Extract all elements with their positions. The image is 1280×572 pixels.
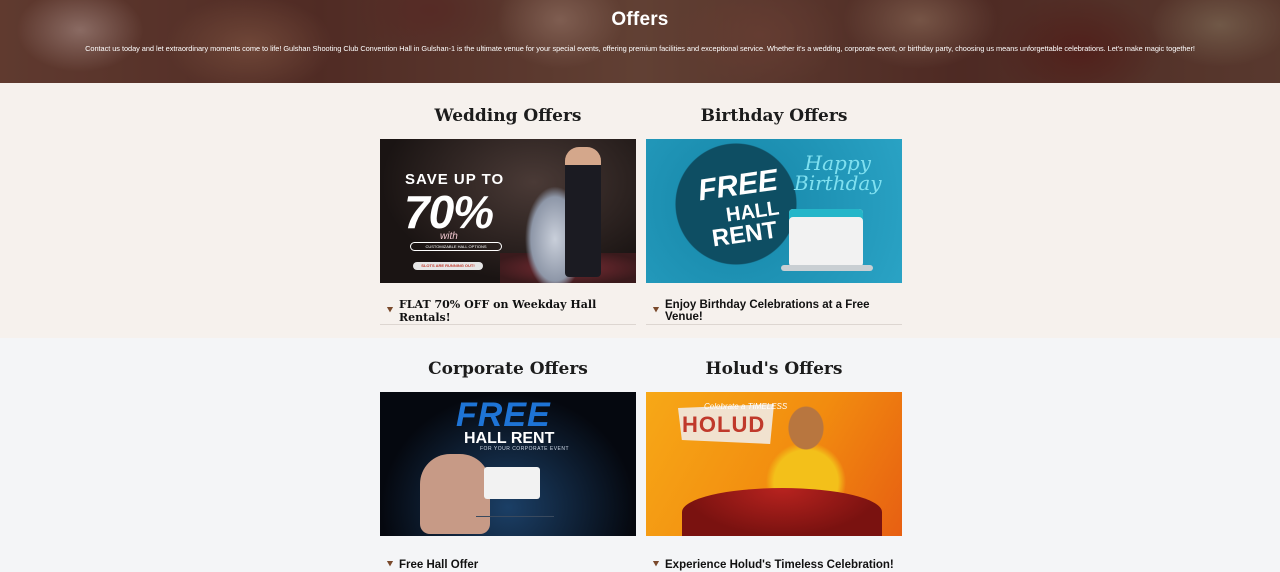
wedding-offer-image[interactable]: SAVE UP TO 70% with CUSTOMIZABLE HALL OP… — [380, 139, 636, 283]
offers-section-1: Wedding Offers SAVE UP TO 70% with CUSTO… — [0, 83, 1280, 338]
holud-offer-caption[interactable]: ⯆︎ Experience Holud's Timeless Celebrati… — [646, 536, 902, 572]
cake-image — [789, 209, 863, 267]
skirt-figure — [682, 488, 882, 536]
corporate-offer-image[interactable]: FREE HALL RENT FOR YOUR CORPORATE EVENT — [380, 392, 636, 536]
business-card-figure — [484, 467, 540, 499]
wedding-offer-caption-text: FLAT 70% OFF on Weekday Hall Rentals! — [399, 298, 597, 324]
holud-offer-title: Holud's Offers — [705, 359, 843, 379]
wedding-image-pill2: SLOTS ARE RUNNING OUT! — [413, 262, 483, 270]
corporate-offer-card[interactable]: Corporate Offers FREE HALL RENT FOR YOUR… — [380, 358, 636, 572]
birthday-offer-caption[interactable]: ⯆︎ Enjoy Birthday Celebrations at a Free… — [646, 283, 902, 325]
chevron-double-down-icon: ⯆︎ — [386, 305, 394, 316]
wedding-offer-title: Wedding Offers — [434, 106, 582, 126]
wedding-offer-caption[interactable]: ⯆︎ FLAT 70% OFF on Weekday Hall Rentals! — [380, 283, 636, 325]
happy-birthday-text: Happy Birthday — [794, 151, 882, 195]
birthday-image-rent: RENT — [710, 216, 779, 253]
birthday-offer-image[interactable]: FREE HALL RENT Happy Birthday — [646, 139, 902, 283]
page-title: Offers — [611, 9, 669, 30]
bride-figure — [766, 402, 846, 502]
holud-offer-card[interactable]: Holud's Offers Celebrate a TIMELESS HOLU… — [646, 358, 902, 572]
cake-plate — [781, 265, 873, 271]
birthday-offer-card[interactable]: Birthday Offers FREE HALL RENT Happy Birt… — [646, 105, 902, 325]
hero-description: Contact us today and let extraordinary m… — [85, 44, 1195, 53]
birthday-offer-caption-text: Enjoy Birthday Celebrations at a Free Ve… — [665, 299, 870, 323]
holud-offer-image[interactable]: Celebrate a TIMELESS HOLUD — [646, 392, 902, 536]
corporate-offer-caption[interactable]: ⯆︎ Free Hall Offer — [380, 536, 636, 572]
logos-strip — [476, 516, 554, 528]
holud-offer-caption-text: Experience Holud's Timeless Celebration! — [665, 558, 894, 571]
corporate-image-sub: FOR YOUR CORPORATE EVENT — [480, 446, 570, 452]
wedding-image-line3: with — [440, 231, 458, 242]
corporate-offer-caption-text: Free Hall Offer — [399, 558, 479, 571]
offers-section-2: Corporate Offers FREE HALL RENT FOR YOUR… — [0, 338, 1280, 572]
chevron-double-down-icon: ⯆︎ — [652, 305, 660, 316]
chevron-double-down-icon: ⯆︎ — [652, 558, 660, 570]
holud-image-holud: HOLUD — [682, 412, 766, 437]
chevron-double-down-icon: ⯆︎ — [386, 558, 394, 570]
wedding-image-pill1: CUSTOMIZABLE HALL OPTIONS — [410, 242, 502, 251]
groom-figure — [565, 147, 601, 277]
wedding-offer-card[interactable]: Wedding Offers SAVE UP TO 70% with CUSTO… — [380, 105, 636, 325]
corporate-offer-title: Corporate Offers — [428, 359, 588, 379]
birthday-offer-title: Birthday Offers — [700, 106, 848, 126]
offers-hero-banner: Offers Contact us today and let extraord… — [0, 0, 1280, 83]
